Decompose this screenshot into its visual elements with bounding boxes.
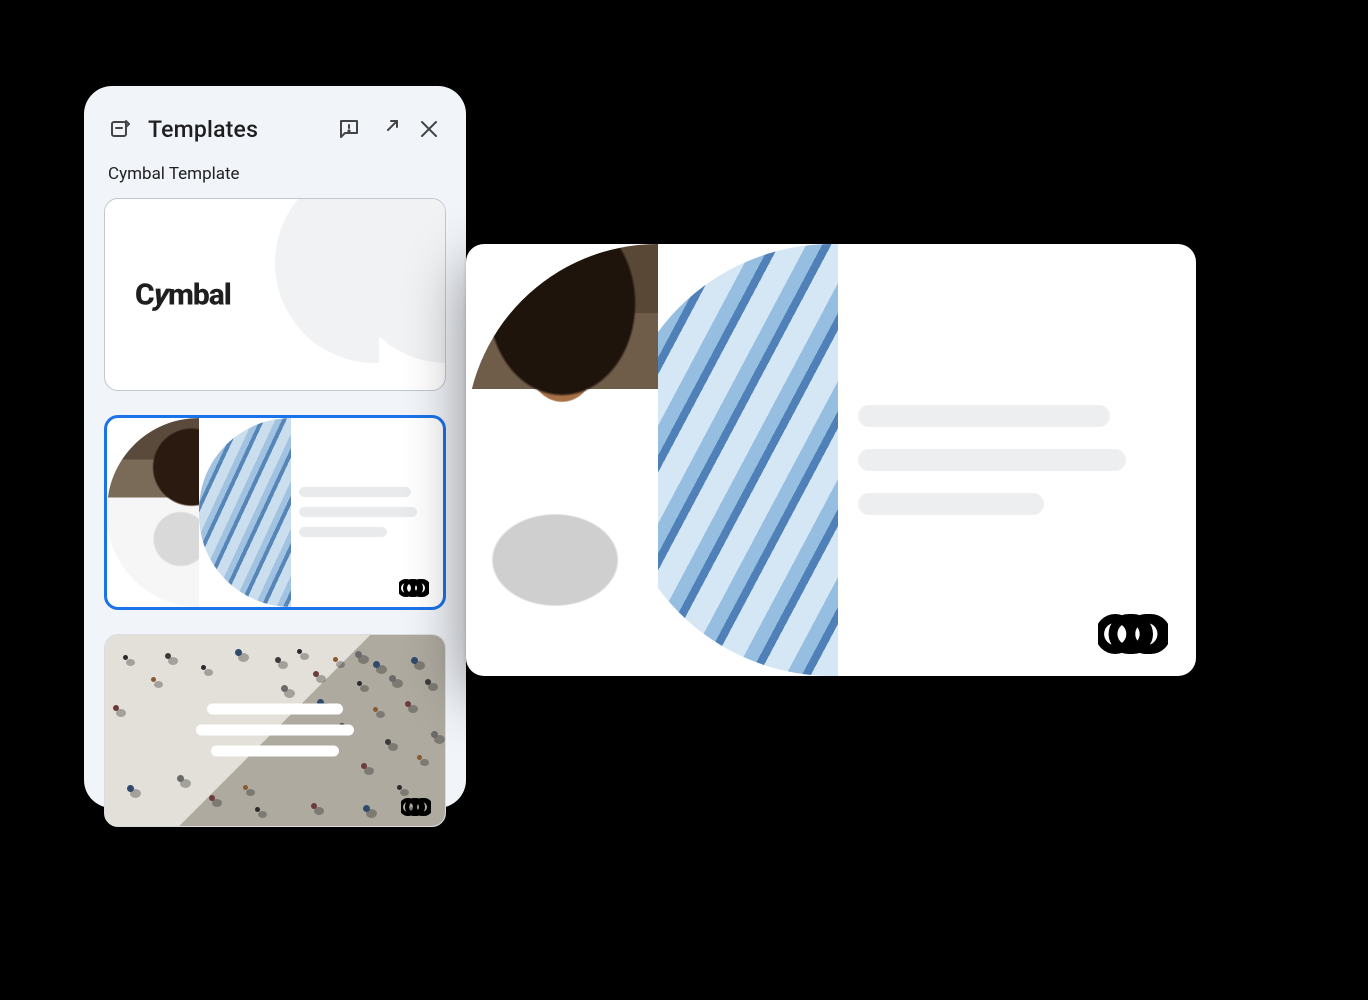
cymbal-mark-icon (1098, 614, 1168, 654)
close-icon[interactable] (416, 116, 442, 142)
preview-placeholder-lines (858, 405, 1126, 515)
section-label: Cymbal Template (108, 164, 442, 184)
decorative-semicircles (275, 198, 446, 391)
templates-panel: Templates Cymbal Template Cymbal (84, 86, 466, 808)
cymbal-mark-icon (401, 798, 431, 816)
template-thumb-cymbal-aerial[interactable] (104, 634, 446, 827)
template-preview (466, 244, 1196, 676)
expand-icon[interactable] (376, 116, 402, 142)
panel-header: Templates (104, 112, 446, 146)
template-thumb-cymbal-title[interactable]: Cymbal (104, 198, 446, 391)
thumb-placeholder-lines (196, 704, 354, 757)
thumb-placeholder-lines (299, 487, 417, 537)
feedback-icon[interactable] (336, 116, 362, 142)
panel-title: Templates (148, 116, 258, 143)
template-thumb-cymbal-content[interactable] (104, 415, 446, 610)
cymbal-mark-icon (399, 579, 429, 597)
theme-builder-icon[interactable] (108, 116, 134, 142)
preview-photo-person (466, 244, 658, 676)
thumb-photo-person (107, 418, 199, 607)
cymbal-wordmark: Cymbal (135, 277, 231, 312)
thumb-photo-building (199, 418, 291, 607)
